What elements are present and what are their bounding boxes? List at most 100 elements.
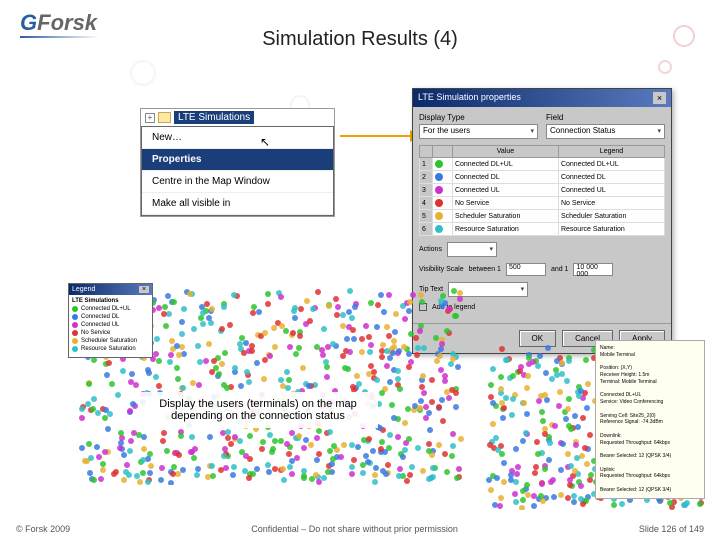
terminal-dot[interactable] [397, 386, 403, 392]
terminal-dot[interactable] [563, 416, 569, 422]
terminal-dot[interactable] [372, 472, 378, 478]
terminal-dot[interactable] [120, 368, 126, 374]
terminal-dot[interactable] [453, 404, 459, 410]
terminal-dot[interactable] [284, 441, 290, 447]
terminal-dot[interactable] [455, 364, 461, 370]
terminal-dot[interactable] [525, 492, 531, 498]
terminal-dot[interactable] [501, 479, 507, 485]
terminal-dot[interactable] [103, 407, 109, 413]
terminal-dot[interactable] [423, 404, 429, 410]
terminal-dot[interactable] [330, 456, 336, 462]
terminal-dot[interactable] [221, 304, 227, 310]
terminal-dot[interactable] [363, 323, 369, 329]
terminal-dot[interactable] [145, 479, 151, 485]
terminal-dot[interactable] [536, 398, 542, 404]
terminal-dot[interactable] [171, 299, 177, 305]
terminal-dot[interactable] [583, 357, 589, 363]
terminal-dot[interactable] [195, 343, 201, 349]
terminal-dot[interactable] [495, 447, 501, 453]
terminal-dot[interactable] [262, 357, 268, 363]
terminal-dot[interactable] [450, 431, 456, 437]
terminal-dot[interactable] [167, 359, 173, 365]
table-row[interactable]: 2Connected DLConnected DL [420, 171, 665, 184]
terminal-dot[interactable] [188, 449, 194, 455]
terminal-dot[interactable] [354, 373, 360, 379]
terminal-dot[interactable] [367, 349, 373, 355]
terminal-dot[interactable] [408, 331, 414, 337]
terminal-dot[interactable] [490, 400, 496, 406]
terminal-dot[interactable] [499, 346, 505, 352]
terminal-dot[interactable] [521, 400, 527, 406]
terminal-dot[interactable] [265, 462, 271, 468]
terminal-dot[interactable] [314, 344, 320, 350]
terminal-dot[interactable] [316, 479, 322, 485]
terminal-dot[interactable] [156, 358, 162, 364]
terminal-dot[interactable] [176, 352, 182, 358]
terminal-dot[interactable] [572, 413, 578, 419]
terminal-dot[interactable] [194, 472, 200, 478]
terminal-dot[interactable] [697, 501, 703, 507]
terminal-dot[interactable] [402, 420, 408, 426]
map-left[interactable]: Legend× LTE Simulations Connected DL+ULC… [68, 283, 468, 485]
terminal-dot[interactable] [141, 446, 147, 452]
terminal-dot[interactable] [147, 470, 153, 476]
terminal-dot[interactable] [345, 366, 351, 372]
terminal-dot[interactable] [533, 464, 539, 470]
terminal-dot[interactable] [410, 292, 416, 298]
terminal-dot[interactable] [397, 466, 403, 472]
terminal-dot[interactable] [207, 434, 213, 440]
terminal-dot[interactable] [129, 371, 135, 377]
terminal-dot[interactable] [324, 364, 330, 370]
terminal-dot[interactable] [154, 336, 160, 342]
terminal-dot[interactable] [554, 372, 560, 378]
terminal-dot[interactable] [549, 376, 555, 382]
terminal-dot[interactable] [352, 304, 358, 310]
terminal-dot[interactable] [559, 360, 565, 366]
terminal-dot[interactable] [156, 305, 162, 311]
tree-label[interactable]: LTE Simulations [174, 111, 254, 124]
terminal-dot[interactable] [446, 395, 452, 401]
terminal-dot[interactable] [298, 306, 304, 312]
terminal-dot[interactable] [349, 315, 355, 321]
terminal-dot[interactable] [96, 454, 102, 460]
terminal-dot[interactable] [256, 309, 262, 315]
terminal-dot[interactable] [406, 364, 412, 370]
terminal-dot[interactable] [294, 455, 300, 461]
terminal-dot[interactable] [551, 494, 557, 500]
terminal-dot[interactable] [504, 357, 510, 363]
terminal-dot[interactable] [102, 415, 108, 421]
terminal-dot[interactable] [379, 439, 385, 445]
terminal-dot[interactable] [565, 495, 571, 501]
terminal-dot[interactable] [304, 298, 310, 304]
terminal-dot[interactable] [314, 435, 320, 441]
terminal-dot[interactable] [159, 465, 165, 471]
terminal-dot[interactable] [384, 363, 390, 369]
terminal-dot[interactable] [580, 501, 586, 507]
terminal-dot[interactable] [232, 365, 238, 371]
terminal-dot[interactable] [510, 373, 516, 379]
terminal-dot[interactable] [442, 373, 448, 379]
terminal-dot[interactable] [200, 321, 206, 327]
terminal-dot[interactable] [421, 390, 427, 396]
terminal-dot[interactable] [377, 425, 383, 431]
terminal-dot[interactable] [419, 299, 425, 305]
terminal-dot[interactable] [442, 378, 448, 384]
terminal-dot[interactable] [566, 396, 572, 402]
terminal-dot[interactable] [95, 410, 101, 416]
terminal-dot[interactable] [327, 429, 333, 435]
terminal-dot[interactable] [86, 381, 92, 387]
terminal-dot[interactable] [587, 432, 593, 438]
terminal-dot[interactable] [510, 396, 516, 402]
terminal-dot[interactable] [488, 487, 494, 493]
terminal-dot[interactable] [300, 365, 306, 371]
terminal-dot[interactable] [417, 328, 423, 334]
terminal-dot[interactable] [400, 454, 406, 460]
terminal-dot[interactable] [105, 426, 111, 432]
terminal-dot[interactable] [270, 446, 276, 452]
terminal-dot[interactable] [571, 499, 577, 505]
terminal-dot[interactable] [543, 370, 549, 376]
terminal-dot[interactable] [542, 431, 548, 437]
terminal-dot[interactable] [265, 291, 271, 297]
terminal-dot[interactable] [415, 345, 421, 351]
terminal-dot[interactable] [453, 390, 459, 396]
